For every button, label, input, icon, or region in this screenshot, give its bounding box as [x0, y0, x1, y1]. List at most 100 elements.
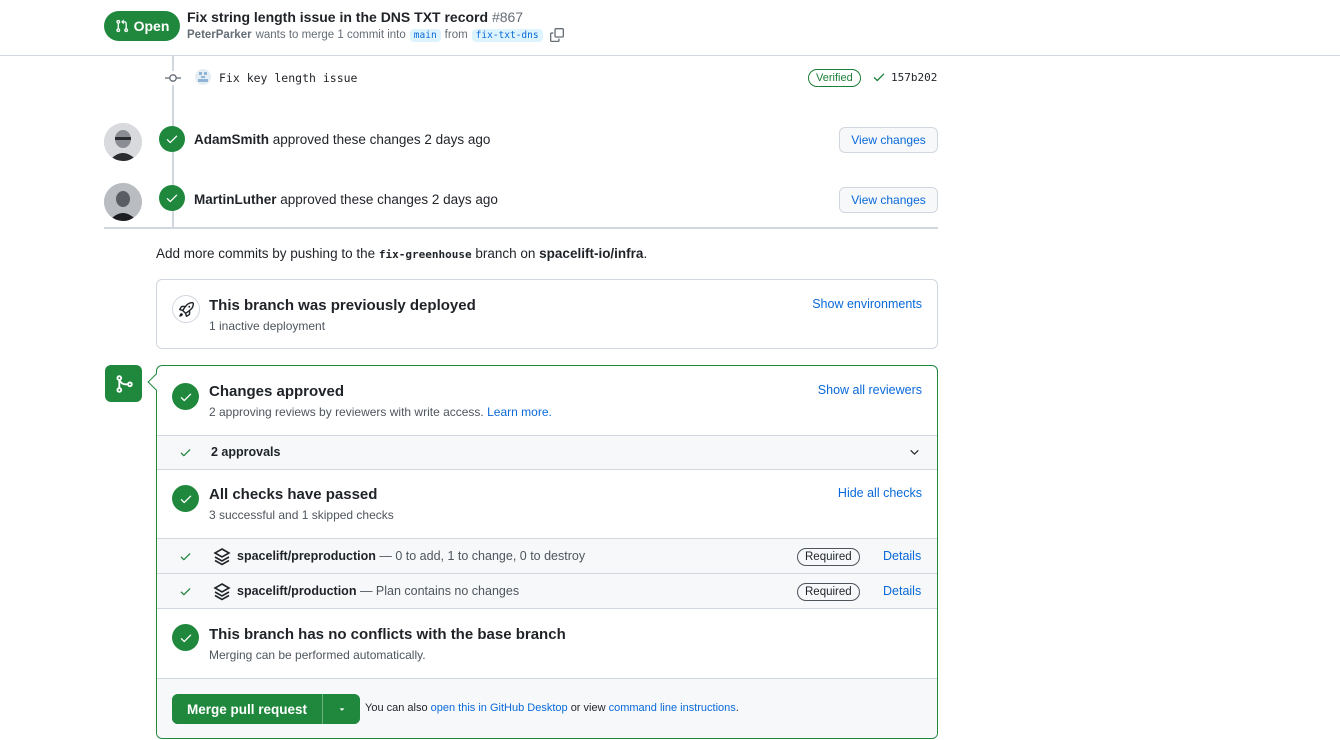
approvals-row[interactable]: 2 approvals: [157, 435, 937, 469]
check-icon: [180, 449, 191, 457]
avatar[interactable]: [104, 123, 142, 161]
add-commits-middle: branch on: [475, 246, 536, 261]
hint-prefix: You can also: [365, 702, 428, 714]
check-name-label: spacelift/production: [237, 584, 357, 598]
approved-badge: [159, 126, 185, 152]
user-avatar-icon: [104, 183, 142, 221]
show-environments-link[interactable]: Show environments: [812, 297, 922, 311]
check-icon: [180, 553, 191, 561]
changes-approved-title: Changes approved: [209, 383, 345, 400]
copy-icon[interactable]: [549, 28, 564, 42]
add-commits-prefix: Add more commits by pushing to the: [156, 246, 376, 261]
required-badge: Required: [797, 583, 860, 601]
deploy-subtitle: 1 inactive deployment: [209, 319, 326, 333]
add-commits-hint: Add more commits by pushing to the fix-g…: [156, 246, 647, 261]
merge-hint: You can also open this in GitHub Desktop…: [365, 702, 739, 714]
add-commits-suffix: .: [643, 246, 648, 261]
approved-status-badge: [172, 383, 199, 410]
review-status-text: approved these changes 2 days ago: [272, 132, 491, 147]
approvals-label: 2 approvals: [211, 445, 281, 459]
check-details-link[interactable]: Details: [883, 584, 921, 598]
hint-suffix: .: [735, 702, 739, 714]
deploy-title: This branch was previously deployed: [209, 297, 476, 314]
branch-name: fix-greenhouse: [378, 248, 472, 261]
learn-more-link[interactable]: Learn more.: [487, 405, 552, 419]
pr-author-link[interactable]: PeterParker: [187, 29, 252, 41]
review-event: AdamSmith approved these changes 2 days …: [194, 132, 490, 147]
required-badge: Required: [797, 548, 860, 566]
commit-sha-link[interactable]: 157b202: [891, 71, 937, 84]
approved-subtitle-text: 2 approving reviews by reviewers with wr…: [209, 405, 484, 419]
verified-badge[interactable]: Verified: [808, 69, 861, 87]
merge-status-icon-box: [105, 365, 142, 402]
open-in-desktop-link[interactable]: open this in GitHub Desktop: [431, 702, 568, 714]
check-icon: [166, 135, 178, 144]
review-event: MartinLuther approved these changes 2 da…: [194, 192, 498, 207]
pull-request-icon: [115, 19, 128, 33]
reviewer-name-link[interactable]: AdamSmith: [194, 132, 269, 147]
check-name: spacelift/production — Plan contains no …: [237, 584, 519, 598]
check-icon: [180, 393, 191, 401]
repo-name-link[interactable]: spacelift-io/infra: [539, 246, 643, 261]
pr-number: #867: [491, 9, 524, 25]
check-name-label: spacelift/preproduction: [237, 549, 376, 563]
merge-text-1: wants to merge 1 commit into: [255, 29, 406, 41]
check-description: — 0 to add, 1 to change, 0 to destroy: [379, 549, 586, 563]
spacelift-logo-icon: [213, 583, 231, 601]
merge-text-2: from: [444, 29, 468, 41]
checks-status-badge: [172, 485, 199, 512]
merge-method-dropdown[interactable]: [322, 694, 361, 724]
rocket-icon: [178, 301, 194, 317]
chevron-down-icon[interactable]: [908, 446, 921, 459]
approved-badge: [159, 185, 185, 211]
checks-summary-section: All checks have passed 3 successful and …: [157, 469, 937, 539]
merge-box: Changes approved 2 approving reviews by …: [156, 365, 938, 739]
user-avatar-icon: [104, 123, 142, 161]
check-icon: [180, 588, 191, 596]
rocket-icon-circle: [172, 295, 200, 323]
pr-header: Open Fix string length issue in the DNS …: [0, 0, 1340, 56]
timeline-divider: [104, 227, 938, 229]
command-line-instructions-link[interactable]: command line instructions: [609, 702, 736, 714]
pr-title-text: Fix string length issue in the DNS TXT r…: [187, 9, 489, 25]
pr-title: Fix string length issue in the DNS TXT r…: [187, 9, 523, 25]
changes-approved-subtitle: 2 approving reviews by reviewers with wr…: [209, 405, 552, 419]
head-branch-tag[interactable]: fix-txt-dns: [471, 28, 543, 42]
pr-merge-info: PeterParker wants to merge 1 commit into…: [187, 28, 564, 42]
base-branch-tag[interactable]: main: [409, 28, 441, 42]
triangle-down-icon: [339, 708, 344, 711]
view-changes-button[interactable]: View changes: [839, 187, 938, 213]
conflicts-subtitle: Merging can be performed automatically.: [209, 648, 426, 662]
check-icon: [166, 194, 178, 203]
check-icon: [180, 634, 191, 642]
view-changes-button[interactable]: View changes: [839, 127, 938, 153]
conflicts-section: This branch has no conflicts with the ba…: [157, 608, 937, 678]
checks-subtitle: 3 successful and 1 skipped checks: [209, 508, 394, 522]
commit-message-link[interactable]: Fix key length issue: [219, 71, 357, 85]
hint-middle: or view: [570, 702, 606, 714]
git-merge-icon: [116, 374, 133, 393]
merge-button-group: Merge pull request: [172, 694, 361, 724]
reviewer-name-link[interactable]: MartinLuther: [194, 192, 277, 207]
check-icon[interactable]: [872, 70, 886, 84]
commit-node-icon: [165, 71, 181, 85]
check-description: — Plan contains no changes: [359, 584, 520, 598]
merge-pull-request-button[interactable]: Merge pull request: [172, 694, 323, 724]
check-row: spacelift/preproduction — 0 to add, 1 to…: [157, 538, 937, 574]
check-name: spacelift/preproduction — 0 to add, 1 to…: [237, 549, 585, 563]
commit-author-avatar[interactable]: [195, 69, 211, 85]
conflicts-title: This branch has no conflicts with the ba…: [209, 626, 566, 643]
check-icon: [180, 495, 191, 503]
hide-all-checks-link[interactable]: Hide all checks: [838, 486, 922, 500]
pr-state-label: Open: [133, 18, 170, 34]
pr-state-badge: Open: [104, 11, 180, 41]
show-all-reviewers-link[interactable]: Show all reviewers: [818, 383, 922, 397]
review-status-text: approved these changes 2 days ago: [280, 192, 498, 207]
spacelift-logo-icon: [213, 548, 231, 566]
checks-title: All checks have passed: [209, 486, 378, 503]
avatar[interactable]: [104, 183, 142, 221]
check-row: spacelift/production — Plan contains no …: [157, 573, 937, 609]
conflicts-status-badge: [172, 624, 199, 651]
check-details-link[interactable]: Details: [883, 549, 921, 563]
deployment-box: This branch was previously deployed 1 in…: [156, 279, 938, 349]
